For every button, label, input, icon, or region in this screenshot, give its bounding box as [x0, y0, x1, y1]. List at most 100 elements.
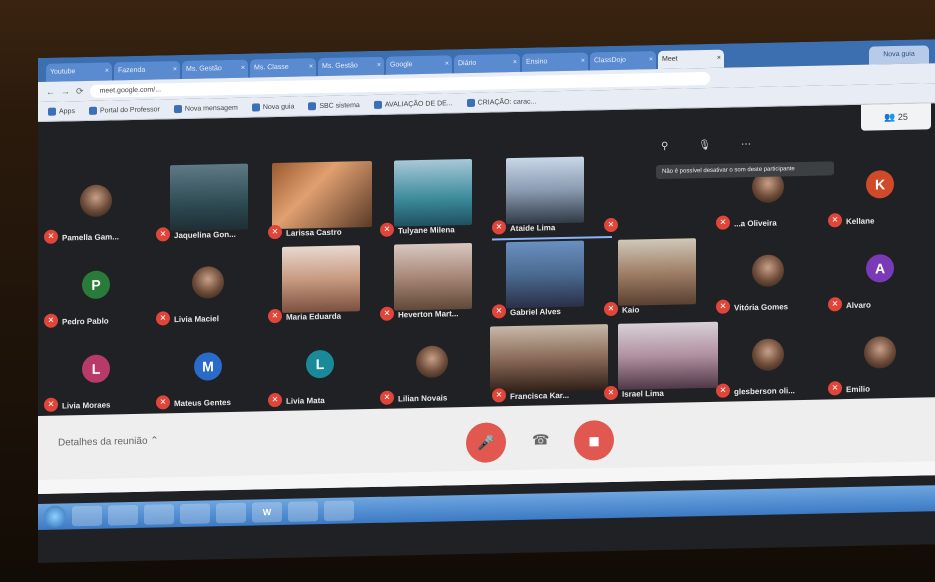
participant-tile[interactable]: K ✕ Kellane	[828, 149, 935, 229]
close-icon[interactable]: ×	[173, 61, 177, 79]
tab-label: Diário	[458, 59, 477, 68]
participant-tile[interactable]: ✕ Pamella Gam...	[44, 166, 152, 246]
participant-name: Kaio	[622, 305, 640, 315]
participant-name: Vitória Gomes	[734, 302, 789, 313]
participant-tile[interactable]: P ✕ Pedro Pablo	[44, 250, 152, 330]
browser-tab[interactable]: Youtube ×	[46, 62, 112, 82]
meeting-details-button[interactable]: Detalhes da reunião ⌃	[58, 435, 159, 448]
participant-tile[interactable]: ✕ Jaquelina Gon...	[156, 163, 264, 243]
close-icon[interactable]: ×	[445, 55, 449, 73]
participant-count: 25	[897, 111, 908, 122]
forward-icon[interactable]: →	[61, 86, 70, 96]
bookmark-item[interactable]: Nova guia	[251, 102, 294, 112]
participant-tile[interactable]: ✕ Vitória Gomes	[716, 236, 824, 316]
taskbar-app-icon[interactable]	[108, 504, 138, 526]
bookmark-icon	[466, 98, 475, 107]
participant-video	[618, 238, 696, 306]
participant-tile[interactable]: ✕ Ataide Lima	[492, 156, 612, 241]
browser-tab[interactable]: Diário ×	[454, 53, 520, 74]
participant-tile[interactable]: ✕ Francisca Kar...	[490, 324, 608, 404]
browser-tab[interactable]: Fazenda ×	[114, 61, 180, 81]
close-icon[interactable]: ×	[377, 57, 381, 75]
participant-tile[interactable]: M ✕ Mateus Gentes	[156, 331, 264, 411]
close-icon[interactable]: ×	[649, 51, 653, 69]
participant-name: Livia Moraes	[62, 400, 111, 411]
bookmark-item[interactable]: AVALIAÇÃO DE DE...	[373, 99, 453, 109]
participant-tile[interactable]: ✕ Emilio	[828, 317, 935, 397]
taskbar-app-icon[interactable]	[288, 501, 318, 522]
close-icon[interactable]: ×	[241, 60, 245, 78]
close-icon[interactable]: ×	[581, 53, 585, 71]
avatar	[864, 336, 896, 369]
mic-muted-icon: ✕	[716, 215, 730, 230]
participant-tile[interactable]: ✕ Lilian Novais	[380, 327, 488, 407]
close-icon[interactable]: ×	[309, 58, 313, 76]
mute-participant-icon[interactable]: 🎙	[698, 139, 711, 150]
taskbar-app-icon[interactable]	[216, 502, 246, 524]
taskbar-app-icon[interactable]	[324, 500, 354, 522]
participant-tile[interactable]: L ✕ Livia Mata	[268, 329, 376, 409]
browser-tab[interactable]: Ms. Gestão ×	[182, 59, 248, 79]
participant-name: Ataide Lima	[510, 223, 556, 234]
participant-video	[490, 324, 608, 393]
browser-tab[interactable]: Ms. Classe ×	[250, 58, 316, 78]
browser-tab[interactable]: Google ×	[386, 55, 452, 75]
taskbar-app-icon[interactable]	[72, 505, 102, 527]
taskbar-app-icon[interactable]	[144, 504, 174, 525]
participant-name: Jaquelina Gon...	[174, 229, 236, 241]
tab-label: Ms. Gestão	[186, 65, 222, 73]
participant-tile[interactable]: ✕ Israel Lima	[604, 321, 718, 402]
bookmark-icon	[173, 104, 182, 113]
tile-hover-controls: ⚲ 🎙 ⋯	[646, 132, 766, 158]
start-button[interactable]	[44, 505, 66, 528]
participant-video	[282, 245, 360, 313]
taskbar-app-icon[interactable]: W	[252, 501, 282, 523]
mic-muted-icon: ✕	[380, 306, 394, 321]
participant-tile[interactable]: ✕ glesberson oli...	[716, 320, 824, 400]
mic-muted-icon: ✕	[716, 299, 730, 314]
avatar	[192, 266, 224, 299]
avatar: L	[82, 354, 110, 384]
hangup-icon[interactable]: ☎	[532, 431, 549, 448]
bookmark-label: Apps	[59, 107, 75, 115]
close-icon[interactable]: ×	[105, 63, 109, 81]
participant-tile[interactable]: ✕ Tulyane Milena	[380, 158, 488, 239]
participant-video	[618, 321, 718, 390]
participant-name: Maria Eduarda	[286, 311, 342, 322]
monitor-screen: Youtube × Fazenda × Ms. Gestão × Ms. Classe × Ms…	[38, 39, 935, 564]
bookmark-item[interactable]: Nova mensagem	[173, 103, 238, 113]
tab-label: Youtube	[50, 68, 76, 76]
bookmark-icon	[308, 101, 317, 110]
browser-tab[interactable]: ClassDojo ×	[590, 51, 656, 71]
new-tab-button[interactable]: Nova guia	[869, 45, 929, 65]
participants-button[interactable]: 👥 25	[861, 103, 931, 131]
browser-tab[interactable]: Meet ×	[658, 49, 724, 70]
back-icon[interactable]: ←	[46, 87, 55, 97]
participant-tile[interactable]: ✕ Heverton Mart...	[380, 242, 488, 323]
participant-tile[interactable]: ✕ Gabriel Alves	[492, 240, 600, 320]
browser-tab[interactable]: Ensino ×	[522, 52, 588, 72]
close-icon[interactable]: ×	[513, 54, 517, 72]
pin-icon[interactable]: ⚲	[661, 140, 668, 151]
mic-muted-icon: ✕	[604, 385, 618, 401]
participant-tile[interactable]: L ✕ Livia Moraes	[44, 334, 152, 414]
mic-off-icon[interactable]: 🎤	[466, 422, 506, 464]
more-options-icon[interactable]: ⋯	[741, 139, 751, 150]
taskbar-app-icon[interactable]	[180, 503, 210, 525]
participant-tile[interactable]: ✕ Larissa Castro	[268, 161, 376, 241]
bookmark-item[interactable]: Portal do Professor	[88, 105, 160, 115]
close-icon[interactable]: ×	[717, 50, 721, 68]
mic-muted-icon: ✕	[156, 227, 170, 242]
reload-icon[interactable]: ⟳	[76, 86, 84, 97]
participant-tile[interactable]: ✕ Livia Maciel	[156, 247, 264, 327]
cam-off-icon[interactable]: ◼	[574, 419, 614, 461]
browser-tab[interactable]: Ms. Gestão ×	[318, 56, 384, 77]
mic-muted-icon: ✕	[492, 388, 506, 403]
bookmark-item[interactable]: Apps	[48, 107, 75, 116]
bookmark-item[interactable]: SBC sistema	[308, 101, 360, 110]
participant-tile[interactable]: A ✕ Alvaro	[828, 233, 935, 313]
participant-tile[interactable]: ✕ Maria Eduarda	[268, 245, 376, 325]
participant-tile[interactable]: ✕ Kaio	[604, 238, 712, 318]
bookmark-item[interactable]: CRIAÇÃO: carac...	[466, 97, 536, 107]
tab-label: Fazenda	[118, 66, 146, 75]
